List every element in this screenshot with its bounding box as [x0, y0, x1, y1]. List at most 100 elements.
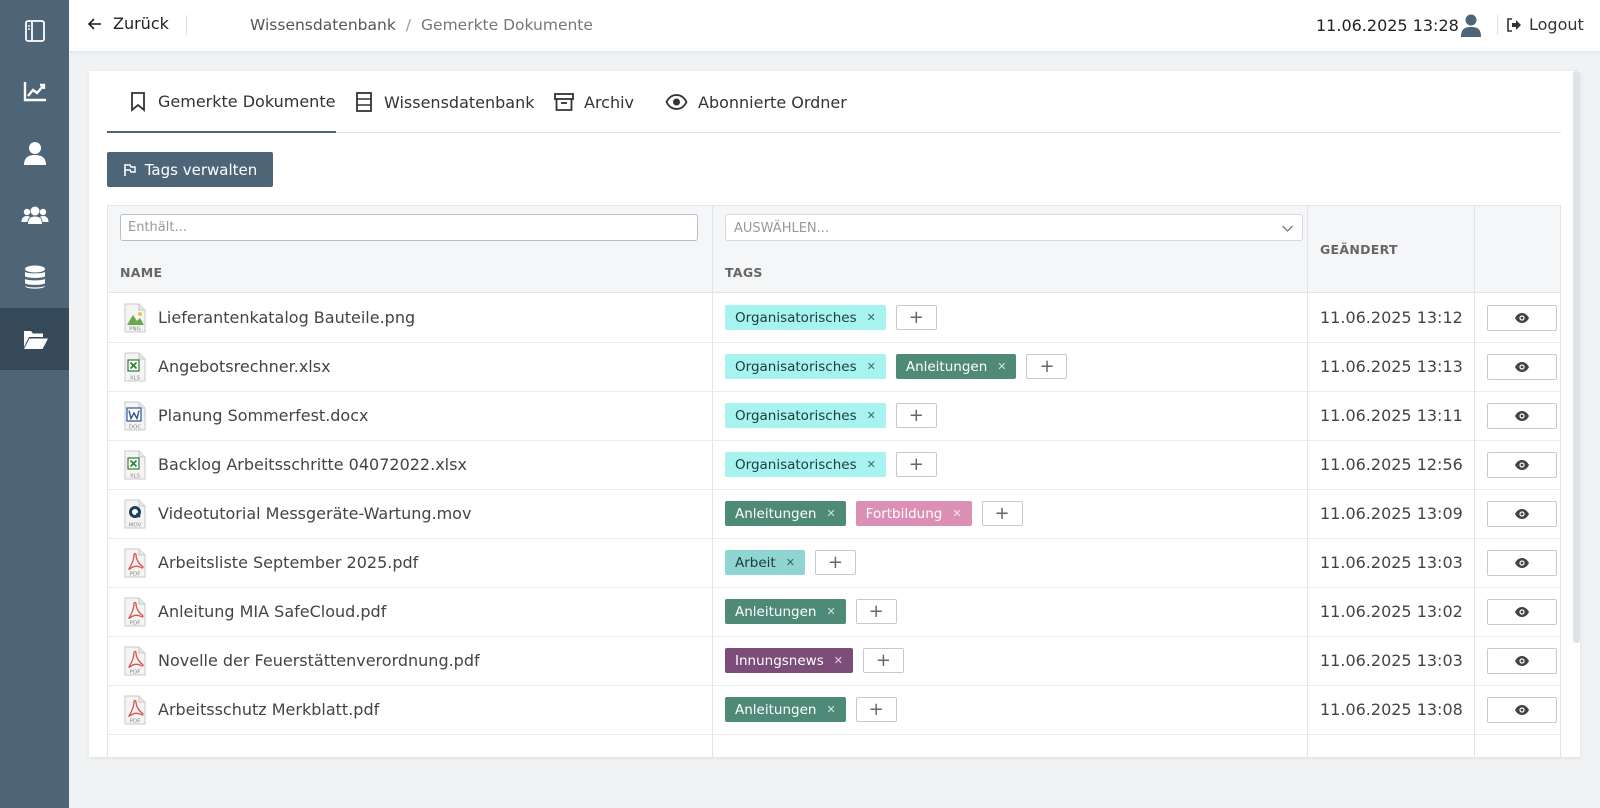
document-name-cell[interactable]: DOC Planung Sommerfest.docx — [124, 391, 368, 440]
remove-tag-icon[interactable]: ✕ — [826, 507, 835, 520]
table-row[interactable]: PDF Anleitung MIA SafeCloud.pdf Anleitunge… — [108, 587, 1560, 637]
remove-tag-icon[interactable]: ✕ — [786, 556, 795, 569]
view-document-button[interactable] — [1487, 550, 1557, 576]
remove-tag-icon[interactable]: ✕ — [826, 605, 835, 618]
document-name[interactable]: Lieferantenkatalog Bauteile.png — [158, 308, 415, 327]
tag-label: Arbeit — [735, 554, 776, 571]
logout-button[interactable]: Logout — [1506, 15, 1584, 34]
view-document-button[interactable] — [1487, 403, 1557, 429]
select-placeholder: AUSWÄHLEN... — [734, 221, 830, 236]
document-name[interactable]: Anleitung MIA SafeCloud.pdf — [158, 602, 386, 621]
document-name-cell[interactable]: PDF Novelle der Feuerstättenverordnung.pd… — [124, 636, 480, 685]
document-name[interactable]: Arbeitsschutz Merkblatt.pdf — [158, 700, 379, 719]
manage-tags-button[interactable]: Tags verwalten — [107, 152, 273, 187]
document-name-cell[interactable]: PDF Anleitung MIA SafeCloud.pdf — [124, 587, 386, 636]
tags-filter-select[interactable]: AUSWÄHLEN... — [725, 214, 1303, 241]
table-row[interactable]: XLS Backlog Arbeitsschritte 04072022.xlsx… — [108, 440, 1560, 490]
add-tag-button[interactable]: + — [895, 452, 937, 477]
eye-icon — [1515, 411, 1529, 421]
add-tag-button[interactable]: + — [814, 550, 856, 575]
tag-chip: Innungsnews ✕ — [725, 648, 853, 673]
pdf-file-icon: PDF — [124, 548, 146, 577]
table-row[interactable]: PNG Lieferantenkatalog Bauteile.png Organi… — [108, 293, 1560, 343]
tab-archiv[interactable]: Archiv — [553, 71, 634, 133]
remove-tag-icon[interactable]: ✕ — [867, 409, 876, 422]
eye-icon — [1515, 313, 1529, 323]
document-name-cell[interactable]: PNG Lieferantenkatalog Bauteile.png — [124, 293, 415, 342]
document-name[interactable]: Videotutorial Messgeräte-Wartung.mov — [158, 504, 471, 523]
tags-cell: Innungsnews ✕ + — [725, 636, 904, 685]
add-tag-button[interactable]: + — [895, 403, 937, 428]
tag-chip: Anleitungen ✕ — [895, 354, 1017, 379]
tag-chip: Anleitungen ✕ — [725, 599, 846, 624]
mov-file-icon: MOV — [124, 499, 146, 528]
add-tag-button[interactable]: + — [855, 599, 897, 624]
remove-tag-icon[interactable]: ✕ — [867, 311, 876, 324]
remove-tag-icon[interactable]: ✕ — [867, 458, 876, 471]
add-tag-button[interactable]: + — [895, 305, 937, 330]
remove-tag-icon[interactable]: ✕ — [867, 360, 876, 373]
pdf-file-icon: PDF — [124, 646, 146, 675]
view-document-button[interactable] — [1487, 501, 1557, 527]
add-tag-button[interactable]: + — [981, 501, 1023, 526]
name-filter-input[interactable] — [120, 214, 698, 241]
sidebar-item-profile[interactable] — [0, 122, 69, 184]
document-name-cell[interactable]: PDF Arbeitsliste September 2025.pdf — [124, 538, 418, 587]
view-document-button[interactable] — [1487, 305, 1557, 331]
add-tag-button[interactable]: + — [862, 648, 904, 673]
sidebar — [0, 0, 69, 808]
tab-wissensdatenbank[interactable]: Wissensdatenbank — [353, 71, 535, 133]
document-name[interactable]: Planung Sommerfest.docx — [158, 406, 368, 425]
document-name[interactable]: Novelle der Feuerstättenverordnung.pdf — [158, 651, 480, 670]
document-name[interactable]: Arbeitsliste September 2025.pdf — [158, 553, 418, 572]
back-button[interactable]: Zurück — [87, 14, 169, 33]
table-row[interactable]: PDF Arbeitsliste September 2025.pdf Arbeit… — [108, 538, 1560, 588]
tag-label: Organisatorisches — [735, 358, 857, 375]
tab-gemerkte-dokumente[interactable]: Gemerkte Dokumente — [107, 71, 336, 133]
tab-abonnierte-ordner[interactable]: Abonnierte Ordner — [664, 71, 847, 133]
tags-cell: Organisatorisches ✕ + — [725, 440, 937, 489]
sidebar-item-database[interactable] — [0, 246, 69, 308]
view-document-button[interactable] — [1487, 648, 1557, 674]
divider — [1497, 15, 1498, 35]
column-header-name[interactable]: NAME — [120, 265, 162, 280]
breadcrumb-separator: / — [405, 16, 412, 34]
column-header-tags[interactable]: TAGS — [725, 265, 763, 280]
add-tag-button[interactable]: + — [855, 697, 897, 722]
sidebar-item-users[interactable] — [0, 184, 69, 246]
table-row[interactable]: XLS Angebotsrechner.xlsx Organisatorisches… — [108, 342, 1560, 392]
view-document-button[interactable] — [1487, 697, 1557, 723]
document-name-cell[interactable]: MOV Videotutorial Messgeräte-Wartung.mov — [124, 489, 471, 538]
sidebar-toggle-button[interactable] — [0, 0, 69, 62]
column-header-changed[interactable]: GEÄNDERT — [1320, 242, 1398, 257]
tags-cell: Anleitungen ✕ + — [725, 685, 897, 734]
svg-text:XLS: XLS — [130, 375, 141, 381]
user-account-icon[interactable] — [1459, 13, 1483, 37]
document-name-cell[interactable]: PDF Arbeitsschutz Merkblatt.pdf — [124, 685, 379, 734]
remove-tag-icon[interactable]: ✕ — [826, 703, 835, 716]
view-document-button[interactable] — [1487, 452, 1557, 478]
table-row[interactable]: PDF Arbeitsschutz Merkblatt.pdf Anleitunge… — [108, 685, 1560, 735]
remove-tag-icon[interactable]: ✕ — [834, 654, 843, 667]
view-document-button[interactable] — [1487, 354, 1557, 380]
document-name-cell[interactable]: XLS Angebotsrechner.xlsx — [124, 342, 331, 391]
document-name-cell[interactable]: XLS Backlog Arbeitsschritte 04072022.xlsx — [124, 440, 467, 489]
doc-file-icon: DOC — [124, 401, 146, 430]
sidebar-item-statistics[interactable] — [0, 60, 69, 122]
tags-cell: Anleitungen ✕ + — [725, 587, 897, 636]
table-row[interactable]: PDF Novelle der Feuerstättenverordnung.pd… — [108, 636, 1560, 686]
remove-tag-icon[interactable]: ✕ — [952, 507, 961, 520]
documents-table: AUSWÄHLEN... NAME TAGS GEÄNDERT PNG Liefe… — [107, 205, 1561, 757]
table-row[interactable]: DOC Planung Sommerfest.docx Organisatorisc… — [108, 391, 1560, 441]
add-tag-button[interactable]: + — [1026, 354, 1068, 379]
sidebar-item-documents[interactable] — [0, 308, 69, 370]
flag-icon — [123, 163, 136, 176]
breadcrumb-current: Gemerkte Dokumente — [421, 16, 593, 34]
breadcrumb-parent[interactable]: Wissensdatenbank — [250, 16, 396, 34]
scrollbar[interactable] — [1573, 71, 1580, 643]
remove-tag-icon[interactable]: ✕ — [997, 360, 1006, 373]
document-name[interactable]: Angebotsrechner.xlsx — [158, 357, 331, 376]
view-document-button[interactable] — [1487, 599, 1557, 625]
document-name[interactable]: Backlog Arbeitsschritte 04072022.xlsx — [158, 455, 467, 474]
table-row[interactable]: MOV Videotutorial Messgeräte-Wartung.mov A… — [108, 489, 1560, 539]
